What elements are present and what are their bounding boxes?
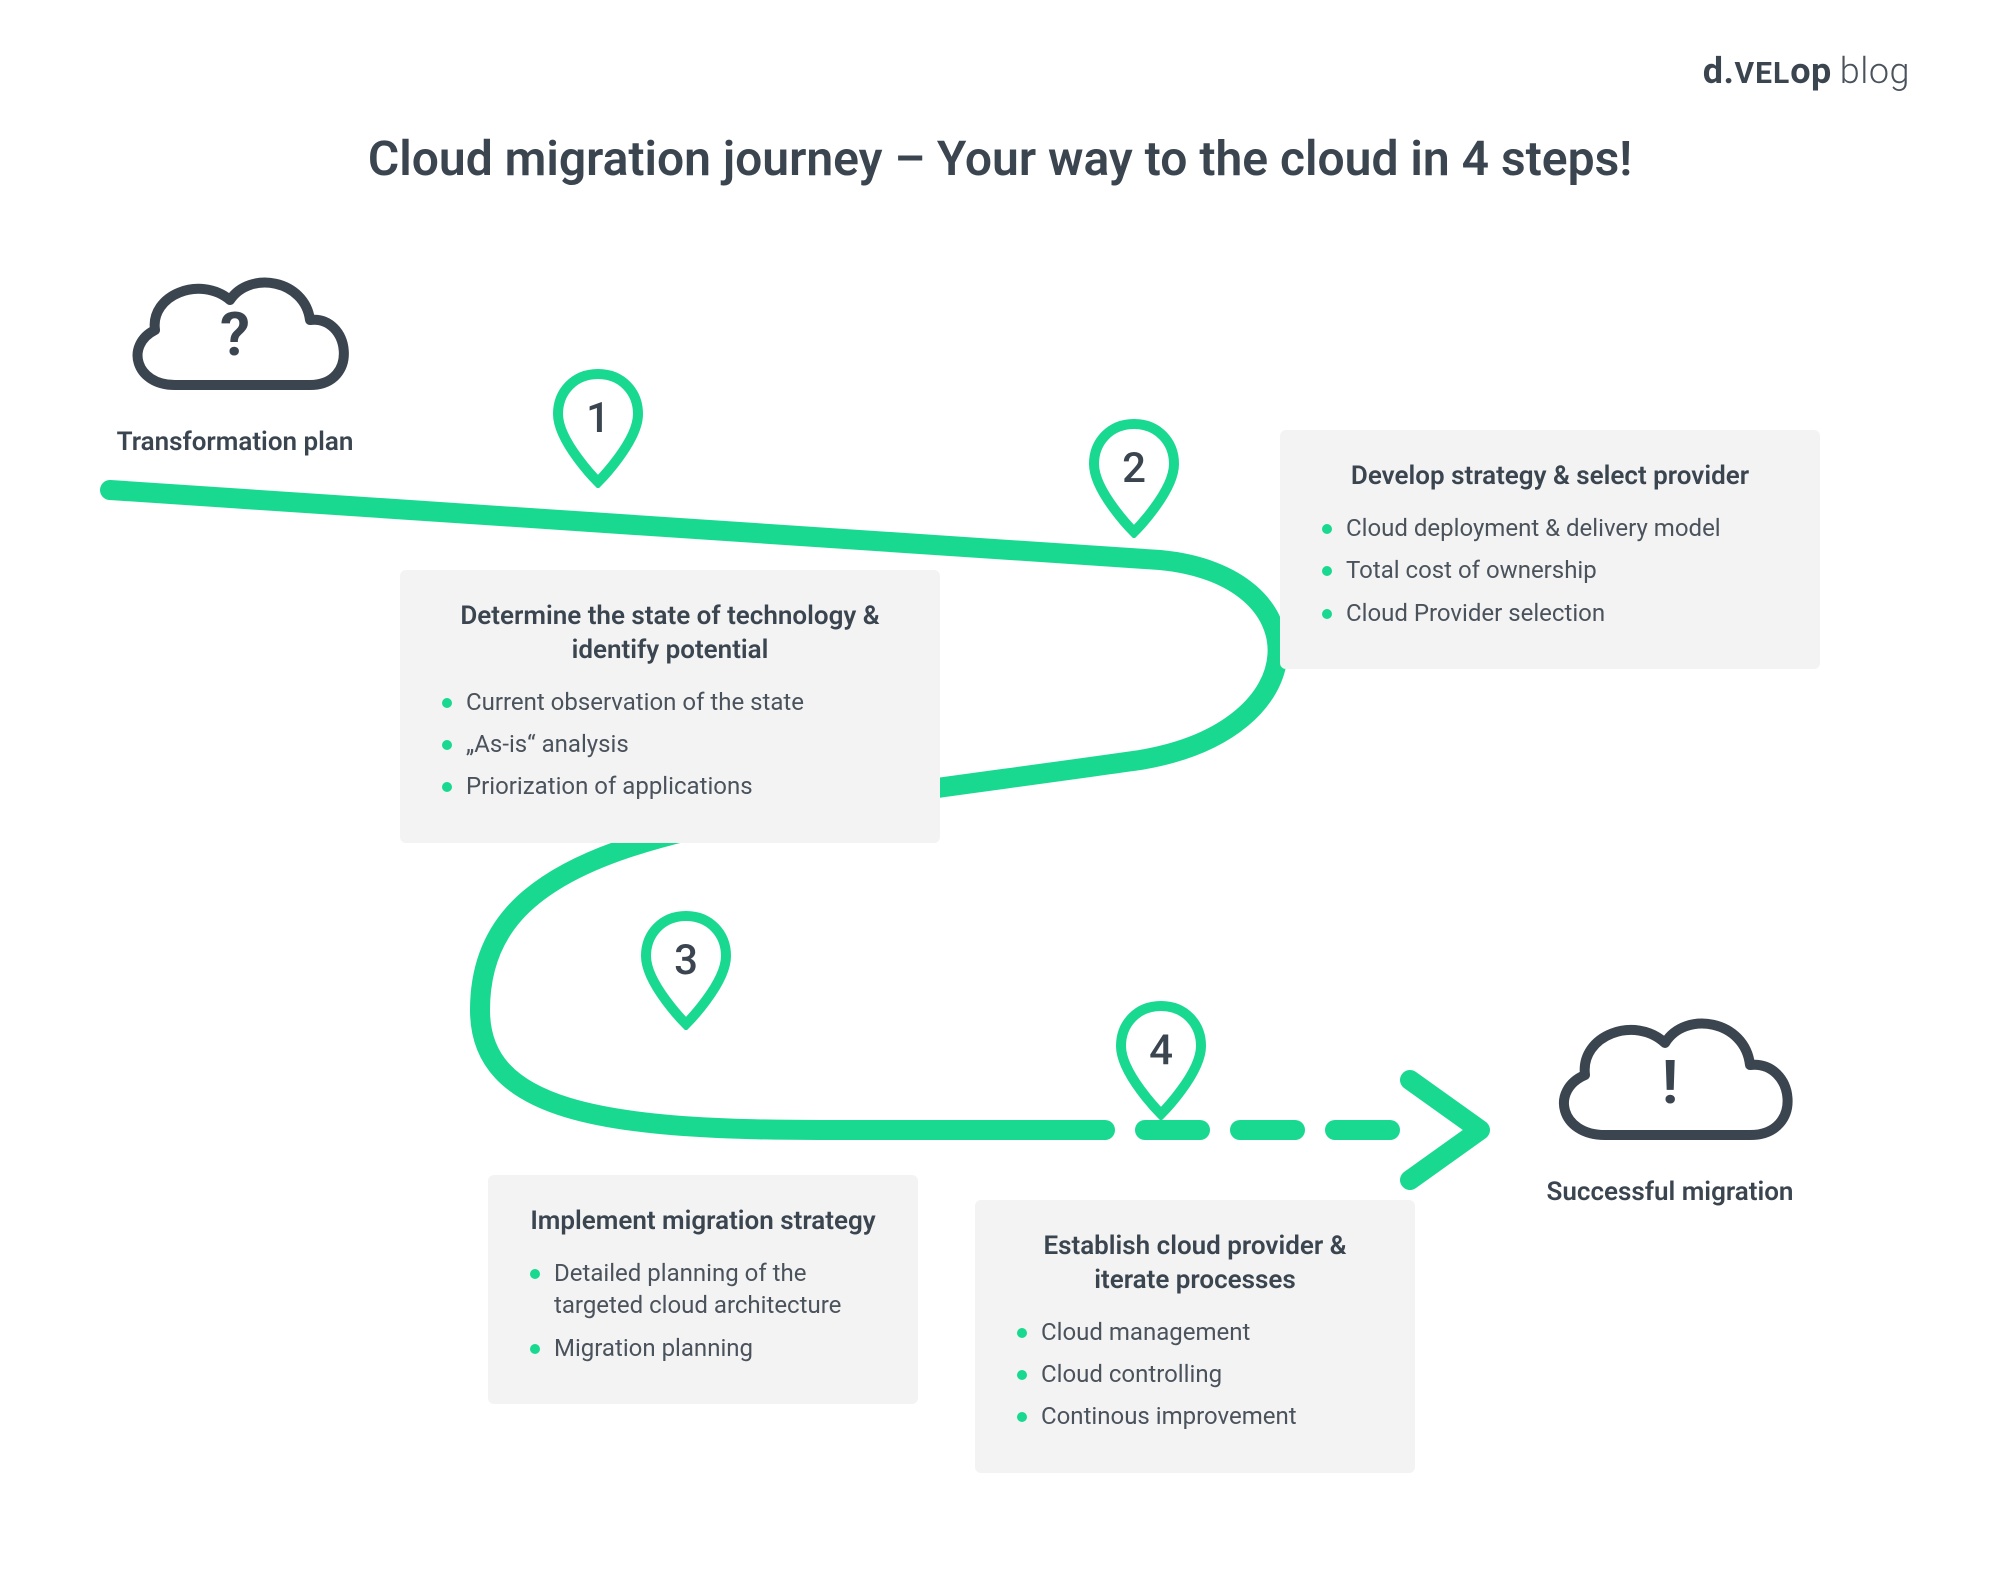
pin-2-number: 2: [1088, 444, 1180, 493]
step-2-title: Develop strategy & select provider: [1316, 460, 1784, 494]
cloud-question-icon: ?: [105, 255, 365, 415]
list-item: „As-is“ analysis: [436, 728, 904, 760]
list-item: Cloud management: [1011, 1316, 1379, 1348]
pin-4: 4: [1115, 1000, 1207, 1120]
step-4-box: Establish cloud provider & iterate proce…: [975, 1200, 1415, 1473]
list-item: Migration planning: [524, 1332, 882, 1364]
start-cloud: ? Transformation plan: [105, 255, 365, 457]
step-3-box: Implement migration strategy Detailed pl…: [488, 1175, 918, 1404]
page-title: Cloud migration journey – Your way to th…: [0, 130, 2000, 187]
step-1-box: Determine the state of technology & iden…: [400, 570, 940, 843]
end-cloud-symbol: !: [1662, 1047, 1678, 1118]
list-item: Continous improvement: [1011, 1400, 1379, 1432]
brand-mid: ve: [1734, 56, 1772, 91]
brand-suffix: op: [1790, 50, 1832, 92]
list-item: Total cost of ownership: [1316, 554, 1784, 586]
pin-1: 1: [552, 368, 644, 488]
pin-4-number: 4: [1115, 1026, 1207, 1075]
end-cloud-label: Successful migration: [1530, 1177, 1810, 1207]
step-4-title: Establish cloud provider & iterate proce…: [1011, 1230, 1379, 1298]
step-3-list: Detailed planning of the targeted cloud …: [524, 1257, 882, 1364]
list-item: Priorization of applications: [436, 770, 904, 802]
start-cloud-label: Transformation plan: [105, 427, 365, 457]
list-item: Cloud controlling: [1011, 1358, 1379, 1390]
brand-prefix: d.: [1703, 50, 1735, 92]
pin-3: 3: [640, 910, 732, 1030]
step-4-list: Cloud management Cloud controlling Conti…: [1011, 1316, 1379, 1433]
step-2-box: Develop strategy & select provider Cloud…: [1280, 430, 1820, 669]
pin-3-number: 3: [640, 936, 732, 985]
list-item: Cloud Provider selection: [1316, 597, 1784, 629]
list-item: Detailed planning of the targeted cloud …: [524, 1257, 882, 1322]
pin-2: 2: [1088, 418, 1180, 538]
start-cloud-symbol: ?: [220, 299, 250, 370]
brand-mid-upper: L: [1773, 56, 1790, 91]
step-2-list: Cloud deployment & delivery model Total …: [1316, 512, 1784, 629]
brand-tag: blog: [1840, 50, 1910, 92]
cloud-exclamation-icon: !: [1530, 995, 1810, 1165]
list-item: Current observation of the state: [436, 686, 904, 718]
step-1-title: Determine the state of technology & iden…: [436, 600, 904, 668]
step-1-list: Current observation of the state „As-is“…: [436, 686, 904, 803]
step-3-title: Implement migration strategy: [524, 1205, 882, 1239]
end-cloud: ! Successful migration: [1530, 995, 1810, 1207]
brand-logo: d.veLopblog: [1703, 50, 1910, 92]
list-item: Cloud deployment & delivery model: [1316, 512, 1784, 544]
pin-1-number: 1: [552, 394, 644, 443]
